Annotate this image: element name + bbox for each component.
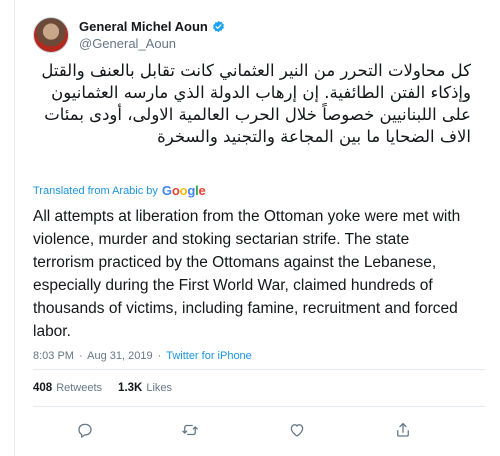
translation-attribution[interactable]: Translated from Arabic by Google xyxy=(33,183,206,198)
likes-stat[interactable]: 1.3K Likes xyxy=(118,382,172,394)
likes-label: Likes xyxy=(146,382,173,394)
like-icon xyxy=(290,424,304,437)
meta-separator-2: · xyxy=(157,350,162,362)
author-display-name[interactable]: General Michel Aoun xyxy=(79,18,208,35)
author-handle[interactable]: @General_Aoun xyxy=(79,35,225,52)
author-names: General Michel Aoun @General_Aoun xyxy=(79,18,225,52)
retweet-button[interactable] xyxy=(178,418,202,442)
tweet-page: General Michel Aoun @General_Aoun كل محا… xyxy=(0,0,500,456)
tweet-original-text: كل محاولات التحرر من النير العثماني كانت… xyxy=(41,61,471,146)
tweet-time[interactable]: 8:03 PM xyxy=(33,350,74,362)
name-row: General Michel Aoun xyxy=(79,18,225,35)
like-button[interactable] xyxy=(285,418,309,442)
reply-icon xyxy=(78,423,92,438)
tweet-source-link[interactable]: Twitter for iPhone xyxy=(166,350,252,362)
share-icon xyxy=(397,422,409,437)
share-button[interactable] xyxy=(391,418,415,442)
retweet-icon xyxy=(182,424,198,436)
tweet-timestamp: 8:03 PM · Aug 31, 2019 · Twitter for iPh… xyxy=(33,350,252,362)
tweet-actions xyxy=(33,418,485,442)
verified-badge-icon xyxy=(212,20,224,33)
tweet-date[interactable]: Aug 31, 2019 xyxy=(87,350,152,362)
retweets-stat[interactable]: 408 Retweets xyxy=(33,382,102,394)
tweet-header: General Michel Aoun @General_Aoun xyxy=(33,14,225,56)
meta-separator: · xyxy=(79,350,83,362)
avatar[interactable] xyxy=(33,17,69,53)
google-logo: Google xyxy=(161,183,206,198)
tweet-translated-text: All attempts at liberation from the Otto… xyxy=(33,208,461,340)
reply-button[interactable] xyxy=(73,418,97,442)
translation-label: Translated from Arabic by xyxy=(33,184,158,197)
likes-count: 1.3K xyxy=(118,382,143,394)
divider-top xyxy=(33,369,485,370)
retweets-count: 408 xyxy=(33,382,53,394)
divider-bottom xyxy=(33,406,485,407)
tweet-stats: 408 Retweets 1.3K Likes xyxy=(33,382,188,394)
retweets-label: Retweets xyxy=(56,382,103,394)
